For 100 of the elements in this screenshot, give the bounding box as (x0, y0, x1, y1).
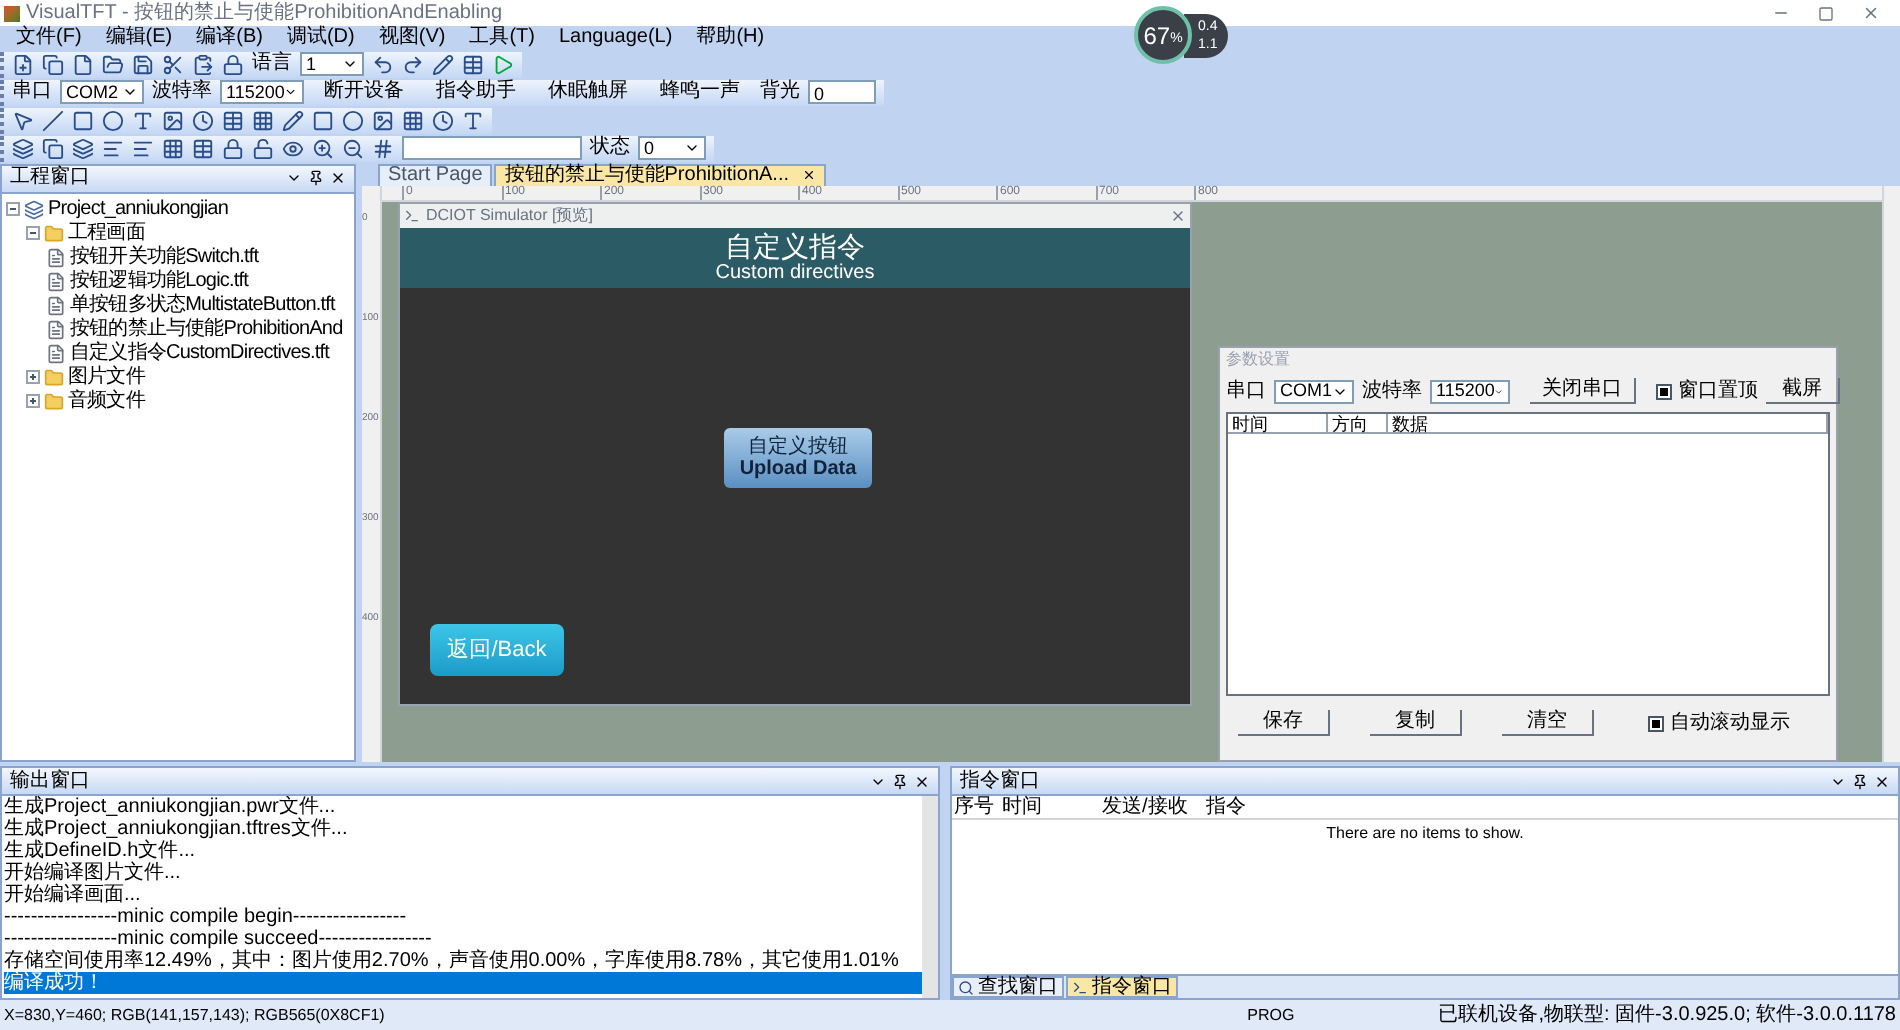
circle-icon[interactable] (102, 109, 124, 132)
zoom-in-icon[interactable] (312, 137, 334, 160)
line-icon[interactable] (42, 109, 64, 132)
copy-icon[interactable] (42, 137, 64, 160)
menu-item[interactable]: 编译(B) (196, 26, 263, 51)
play-icon[interactable] (492, 53, 514, 76)
toolbar-button[interactable]: 断开设备 (312, 82, 416, 103)
rectangle-icon[interactable] (72, 109, 94, 132)
pin-icon[interactable] (1852, 773, 1868, 790)
pointer-icon[interactable] (12, 109, 34, 132)
tree-item[interactable]: 按钮开关功能Switch.tft (70, 245, 259, 270)
close-icon[interactable] (1874, 773, 1890, 790)
clock-icon[interactable] (192, 109, 214, 132)
unlock-icon[interactable] (252, 137, 274, 160)
table-icon[interactable] (192, 137, 214, 160)
pin-icon[interactable] (308, 170, 324, 187)
layers-icon[interactable] (12, 137, 34, 160)
grid-icon[interactable] (162, 137, 184, 160)
table-icon[interactable] (222, 109, 244, 132)
table-icon[interactable] (462, 53, 484, 76)
checkbox[interactable] (1656, 383, 1672, 400)
paste-icon[interactable] (192, 53, 214, 76)
eye-icon[interactable] (282, 137, 304, 160)
layers-icon[interactable] (72, 137, 94, 160)
menu-item[interactable]: 工具(T) (469, 26, 535, 51)
text-icon[interactable] (132, 109, 154, 132)
file-icon[interactable] (72, 53, 94, 76)
grid-icon[interactable] (402, 109, 424, 132)
folder-icon[interactable] (102, 53, 124, 76)
pencil-icon[interactable] (282, 109, 304, 132)
tree-item[interactable]: 工程画面 (68, 221, 145, 246)
menu-item[interactable]: 帮助(H) (696, 26, 765, 51)
tree-item[interactable]: 按钮逻辑功能Logic.tft (70, 269, 249, 294)
port-select[interactable]: COM2 (60, 80, 144, 105)
dialog-button[interactable]: 清空 (1502, 710, 1594, 737)
lock-icon[interactable] (222, 53, 244, 76)
expand-toggle-icon[interactable] (26, 394, 40, 409)
new-file-icon[interactable] (12, 53, 34, 76)
align-icon[interactable] (132, 137, 154, 160)
checkbox[interactable] (1648, 715, 1664, 732)
tree-item[interactable]: 音频文件 (68, 389, 145, 414)
document-tab[interactable]: 按钮的禁止与使能ProhibitionA... (494, 163, 826, 186)
text-icon[interactable] (462, 109, 484, 132)
toolbar-button[interactable]: 蜂鸣一声 (648, 82, 752, 103)
column-header: 序号 (952, 796, 996, 819)
pencil-icon[interactable] (432, 53, 454, 76)
menu-item[interactable]: 编辑(E) (105, 26, 173, 51)
backlight-field[interactable]: 0 (808, 80, 876, 105)
circle-icon[interactable] (342, 109, 364, 132)
menu-item[interactable]: Language(L) (558, 26, 673, 51)
baud-select[interactable]: 115200 (1430, 379, 1510, 404)
cut-icon[interactable] (162, 53, 184, 76)
state-select[interactable]: 0 (638, 136, 706, 161)
close-icon[interactable] (914, 773, 930, 790)
lock-icon[interactable] (222, 137, 244, 160)
dialog-button[interactable]: 复制 (1370, 710, 1462, 737)
upload-data-button[interactable]: 自定义按钮 Upload Data (724, 427, 872, 488)
port-select[interactable]: COM1 (1274, 379, 1354, 404)
panel-tab[interactable]: 指令窗口 (1066, 976, 1178, 998)
zoom-out-icon[interactable] (342, 137, 364, 160)
dialog-button[interactable]: 保存 (1238, 710, 1330, 737)
project-icon (24, 199, 44, 220)
close-tab-icon[interactable] (801, 168, 816, 183)
grid-icon[interactable] (372, 137, 394, 160)
folder-icon (44, 367, 64, 388)
menu-item[interactable]: 文件(F) (16, 26, 82, 51)
clock-icon[interactable] (432, 109, 454, 132)
tree-item[interactable]: Project_anniukongjian (48, 197, 229, 222)
terminal-icon (1072, 979, 1088, 995)
toolbar-button[interactable]: 休眠触屏 (536, 82, 640, 103)
grid-icon[interactable] (252, 109, 274, 132)
image-icon[interactable] (372, 109, 394, 132)
toolbar-button[interactable]: 指令助手 (424, 82, 528, 103)
image-icon[interactable] (162, 109, 184, 132)
collapse-toggle-icon[interactable] (26, 226, 40, 241)
align-icon[interactable] (102, 137, 124, 160)
close-port-button[interactable]: 关闭串口 (1530, 378, 1636, 405)
pin-icon[interactable] (892, 773, 908, 790)
baud-select[interactable]: 115200 (220, 80, 304, 105)
tree-item[interactable]: 图片文件 (68, 365, 145, 390)
tree-item[interactable]: 单按钮多状态MultistateButton.tft (70, 293, 335, 318)
close-icon[interactable] (330, 170, 346, 187)
menu-item[interactable]: 调试(D) (286, 26, 355, 51)
save-icon[interactable] (132, 53, 154, 76)
redo-icon[interactable] (402, 53, 424, 76)
document-tab[interactable]: Start Page (378, 163, 493, 186)
rectangle-icon[interactable] (312, 109, 334, 132)
combo-field[interactable] (402, 136, 582, 161)
screenshot-button[interactable]: 截屏 (1766, 378, 1840, 405)
restore-icon[interactable] (1818, 5, 1834, 21)
undo-icon[interactable] (372, 53, 394, 76)
collapse-toggle-icon[interactable] (6, 202, 20, 217)
panel-tab[interactable]: 查找窗口 (952, 976, 1064, 998)
panel-title: 指令窗口 (960, 771, 1040, 792)
expand-toggle-icon[interactable] (26, 370, 40, 385)
tree-item[interactable]: 按钮的禁止与使能ProhibitionAnd (70, 317, 343, 342)
menu-item[interactable]: 视图(V) (378, 26, 446, 51)
copy-icon[interactable] (42, 53, 64, 76)
tree-item[interactable]: 自定义指令CustomDirectives.tft (70, 341, 329, 366)
language-select[interactable]: 1 (300, 52, 364, 77)
